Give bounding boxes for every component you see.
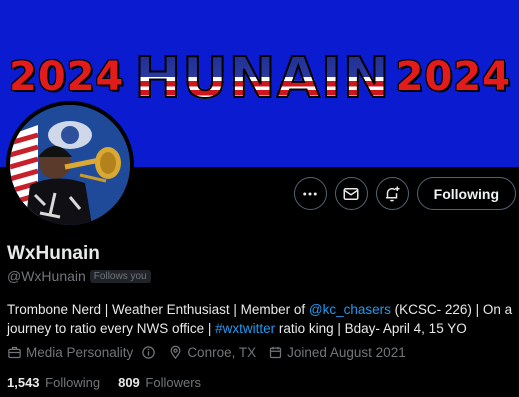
bio-hashtag-link[interactable]: #wxtwitter <box>215 321 275 336</box>
bio-text-1: Trombone Nerd | Weather Enthusiast | Mem… <box>7 302 309 317</box>
profile-actions: Following <box>293 177 516 210</box>
calendar-icon <box>269 346 282 359</box>
notifications-button[interactable] <box>375 177 409 210</box>
meta-joined: Joined August 2021 <box>268 345 406 360</box>
following-stat-link[interactable]: 1,543 Following <box>7 375 100 390</box>
envelope-icon <box>343 187 359 200</box>
message-button[interactable] <box>334 177 368 210</box>
followers-stat-label: Followers <box>145 375 202 390</box>
followers-count: 809 <box>118 375 140 390</box>
followers-stat-link[interactable]: 809 Followers <box>118 375 201 390</box>
following-button[interactable]: Following <box>416 177 516 210</box>
joined-label: Joined August 2021 <box>287 345 406 360</box>
following-count: 1,543 <box>7 375 40 390</box>
banner-year-left: 2024 <box>9 54 125 100</box>
user-handle: @WxHunain <box>7 268 86 284</box>
more-button[interactable] <box>293 177 327 210</box>
avatar[interactable] <box>6 101 134 229</box>
display-name: WxHunain <box>7 243 100 264</box>
banner-name: HUNAIN <box>115 45 410 112</box>
follows-you-badge: Follows you <box>89 269 151 283</box>
category-label: Media Personality <box>26 345 134 360</box>
info-icon[interactable] <box>141 345 156 360</box>
ellipsis-icon <box>303 192 317 195</box>
meta-location: Conroe, TX <box>168 345 256 360</box>
bio-mention-link[interactable]: @kc_chasers <box>309 302 391 317</box>
location-pin-icon <box>170 345 181 360</box>
profile-bio: Trombone Nerd | Weather Enthusiast | Mem… <box>7 300 515 338</box>
avatar-image <box>10 105 130 225</box>
handle-row: @WxHunain Follows you <box>7 268 151 284</box>
bio-text-3: ratio king | Bday- April 4, 15 YO <box>275 321 467 336</box>
meta-category: Media Personality <box>7 345 156 360</box>
profile-stats: 1,543 Following 809 Followers <box>7 375 219 390</box>
bell-plus-icon <box>386 186 400 201</box>
profile-meta: Media Personality Conroe, TX Joined Augu… <box>7 345 418 360</box>
following-stat-label: Following <box>45 375 101 390</box>
location-label: Conroe, TX <box>187 345 257 360</box>
briefcase-icon <box>8 346 21 359</box>
banner-year-right: 2024 <box>395 54 511 100</box>
